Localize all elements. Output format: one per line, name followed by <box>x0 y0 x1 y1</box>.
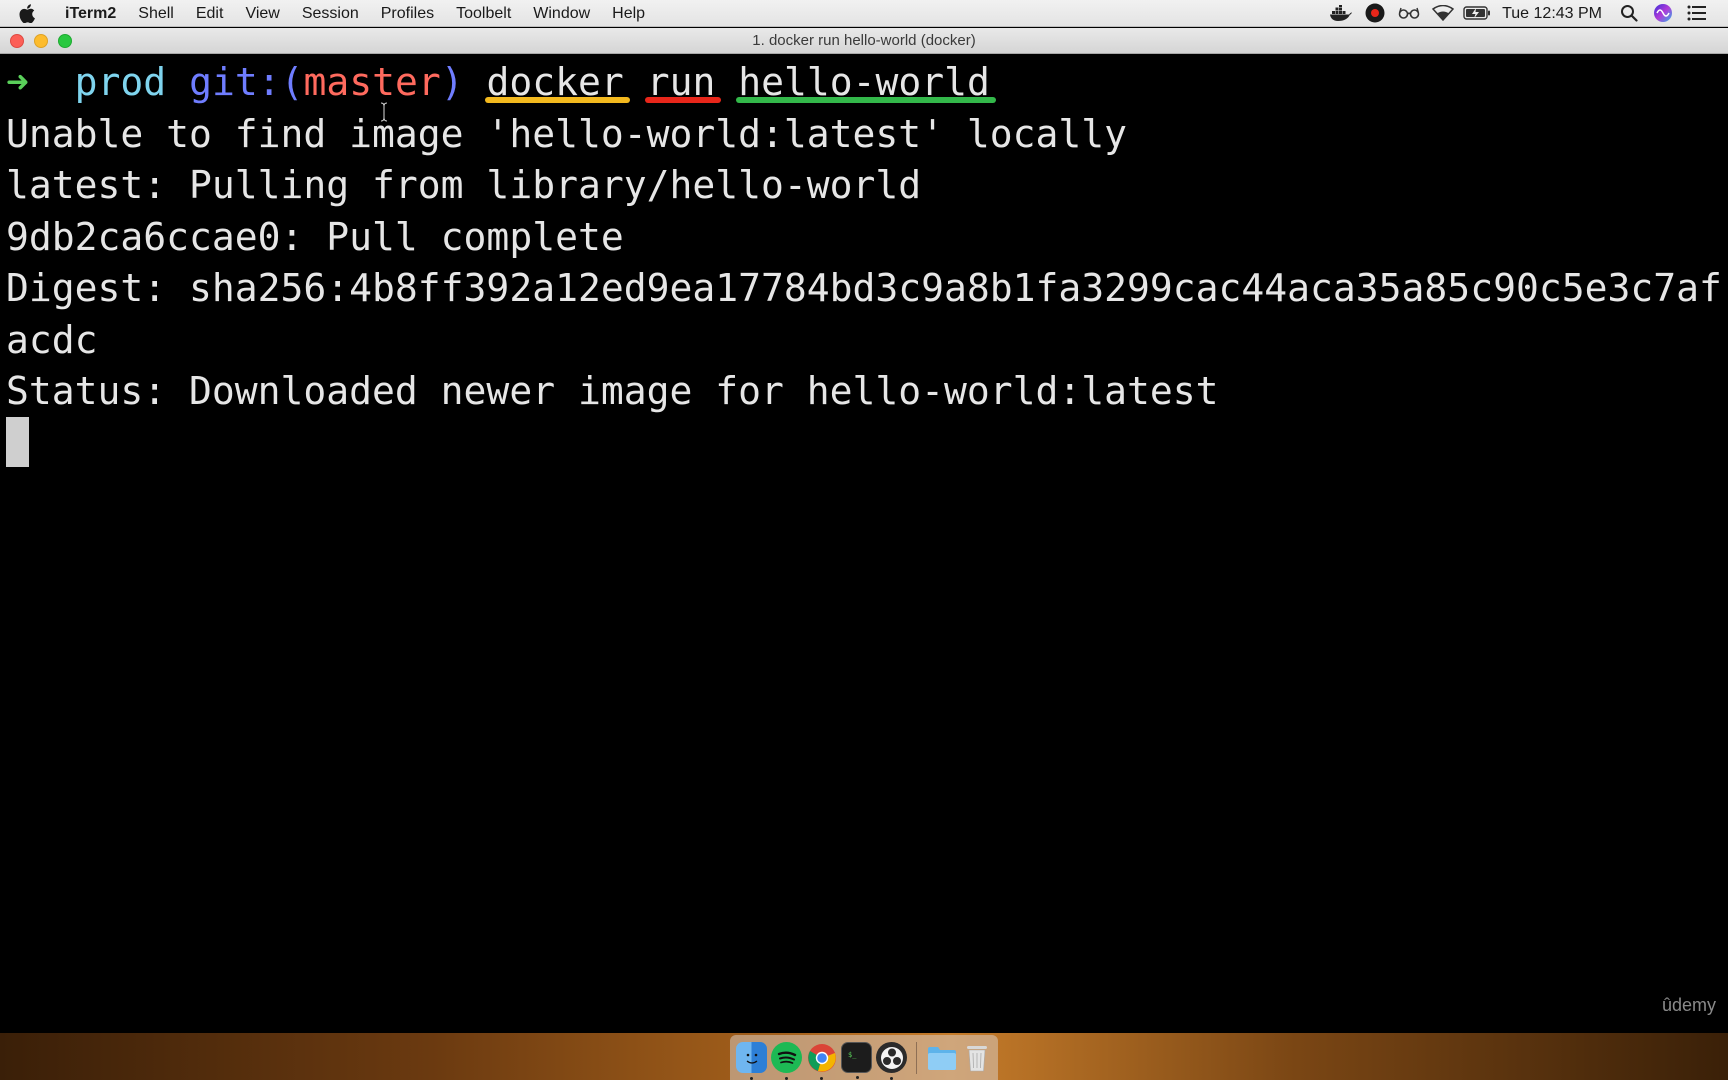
svg-text:$_: $_ <box>848 1051 857 1059</box>
wifi-icon[interactable] <box>1426 0 1460 27</box>
menu-bar: iTerm2 Shell Edit View Session Profiles … <box>0 0 1728 27</box>
dock: $_ <box>730 1035 998 1080</box>
finder-icon[interactable] <box>736 1042 767 1080</box>
minimize-button[interactable] <box>34 34 48 48</box>
spotify-icon[interactable] <box>771 1042 802 1080</box>
udemy-watermark: ûdemy <box>1661 995 1716 1015</box>
output-line: Status: Downloaded newer image for hello… <box>6 369 1219 413</box>
output-line: acdc <box>6 317 98 362</box>
output-line: latest: Pulling from library/hello-world <box>6 163 922 207</box>
menu-window[interactable]: Window <box>522 0 601 27</box>
menu-profiles[interactable]: Profiles <box>370 0 445 27</box>
apple-menu-icon[interactable] <box>0 0 54 27</box>
menu-view[interactable]: View <box>234 0 290 27</box>
window-controls <box>10 34 82 48</box>
prompt-line: ➜ prod git:(master) docker run hello-wor… <box>6 57 1728 109</box>
output-line: Unable to find image 'hello-world:latest… <box>6 111 1128 156</box>
menu-edit[interactable]: Edit <box>185 0 235 27</box>
cursor-line <box>6 417 1728 470</box>
obs-icon[interactable] <box>876 1042 907 1080</box>
trash-icon[interactable] <box>961 1042 992 1073</box>
command-word-image: hello-world <box>738 60 990 104</box>
downloads-folder-icon[interactable] <box>926 1042 957 1073</box>
command-word-docker: docker <box>486 60 624 104</box>
output-line: 9db2ca6ccae0: Pull complete <box>6 214 624 259</box>
zoom-button[interactable] <box>58 34 72 48</box>
window-title: 1. docker run hello-world (docker) <box>752 32 976 49</box>
status-menus: Tue 12:43 PM <box>1324 0 1728 27</box>
window-title-bar[interactable]: 1. docker run hello-world (docker) <box>0 28 1728 54</box>
iterm-icon[interactable]: $_ <box>841 1042 872 1079</box>
dock-separator <box>916 1041 917 1074</box>
prompt-git-suffix: ) <box>440 60 464 104</box>
siri-icon[interactable] <box>1646 0 1680 27</box>
chrome-icon[interactable] <box>806 1042 837 1080</box>
ibeam-cursor-icon <box>380 102 388 122</box>
prompt-directory: prod <box>74 60 167 104</box>
menubar-clock[interactable]: Tue 12:43 PM <box>1494 0 1612 27</box>
terminal-cursor <box>6 417 29 467</box>
prompt-git-branch: master <box>303 60 441 104</box>
menu-help[interactable]: Help <box>601 0 656 27</box>
battery-icon[interactable] <box>1460 0 1494 27</box>
obs-record-icon[interactable] <box>1358 0 1392 27</box>
notification-center-icon[interactable] <box>1680 0 1714 27</box>
command-word-run: run <box>646 60 716 104</box>
terminal-pane[interactable]: ➜ prod git:(master) docker run hello-wor… <box>0 55 1728 1033</box>
menu-session[interactable]: Session <box>291 0 370 27</box>
prompt-git-prefix: git:( <box>189 60 304 104</box>
menu-toolbelt[interactable]: Toolbelt <box>445 0 522 27</box>
spotlight-search-icon[interactable] <box>1612 0 1646 27</box>
menu-shell[interactable]: Shell <box>127 0 185 27</box>
docker-whale-icon[interactable] <box>1324 0 1358 27</box>
glasses-icon[interactable] <box>1392 0 1426 27</box>
close-button[interactable] <box>10 34 24 48</box>
output-line: Digest: sha256:4b8ff392a12ed9ea17784bd3c… <box>6 266 1722 310</box>
menu-app-name[interactable]: iTerm2 <box>54 0 127 27</box>
prompt-arrow-icon: ➜ <box>6 60 29 104</box>
